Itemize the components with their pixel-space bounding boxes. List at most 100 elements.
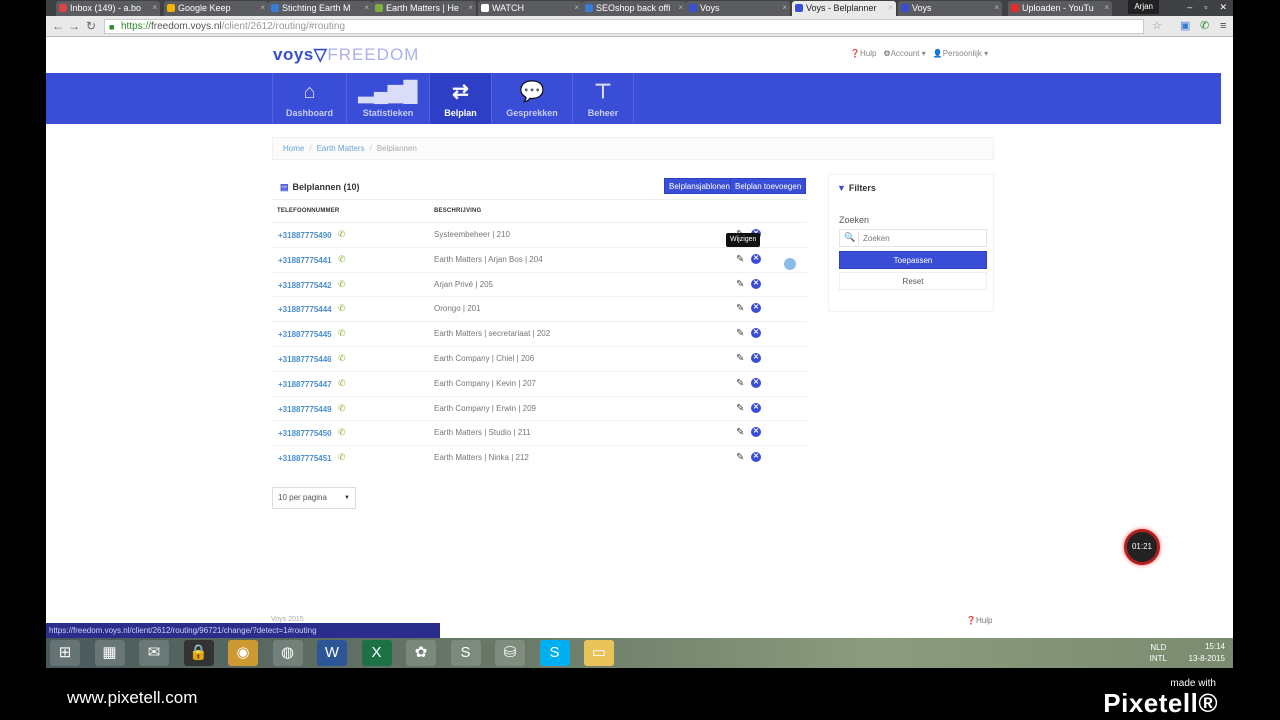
reload-icon[interactable]: ↻ <box>86 18 96 34</box>
bookmark-star-icon[interactable]: ☆ <box>1152 19 1162 33</box>
templates-button[interactable]: Belplansjablonen <box>664 178 735 194</box>
tab-close-icon[interactable]: × <box>364 1 369 15</box>
excel-icon[interactable]: X <box>361 640 392 666</box>
phone-number-link[interactable]: +31887775444 <box>278 305 332 314</box>
phone-number-link[interactable]: +31887775445 <box>278 330 332 339</box>
delete-icon[interactable]: ✕ <box>751 452 761 463</box>
tab-close-icon[interactable]: × <box>678 1 683 15</box>
thunderbird-icon[interactable]: ✉ <box>139 640 169 666</box>
delete-icon[interactable]: ✕ <box>751 427 761 438</box>
help-link[interactable]: ❓Hulp <box>850 49 876 58</box>
browser-tab[interactable]: Earth Matters | He × <box>372 1 476 16</box>
phone-extension-icon[interactable]: ✆ <box>1200 19 1209 33</box>
edit-icon[interactable]: ✎ <box>736 452 744 463</box>
delete-icon[interactable]: ✕ <box>751 328 761 339</box>
search-input[interactable] <box>858 231 984 245</box>
windows-start-icon[interactable]: ⊞ <box>50 640 80 666</box>
forward-icon[interactable]: → <box>68 18 80 34</box>
tab-close-icon[interactable]: × <box>468 1 473 15</box>
maximize-icon[interactable]: ▫ <box>1204 0 1207 16</box>
tab-close-icon[interactable]: × <box>260 1 265 15</box>
phone-number-link[interactable]: +31887775451 <box>278 454 332 463</box>
url-input[interactable]: ■ https://freedom.voys.nl/client/2612/ro… <box>104 19 1144 34</box>
col-header-phone: TELEFOONNUMMER <box>277 208 340 214</box>
back-icon[interactable]: ← <box>52 18 64 34</box>
personal-menu[interactable]: 👤Persoonlijk ▾ <box>933 49 988 58</box>
tab-close-icon[interactable]: × <box>1104 1 1109 15</box>
edit-icon[interactable]: ✎ <box>736 303 744 314</box>
chrome-icon[interactable]: ◉ <box>228 640 258 666</box>
nav-gesprekken[interactable]: 💬 Gesprekken <box>491 73 572 124</box>
delete-icon[interactable]: ✕ <box>751 253 761 264</box>
browser-tab[interactable]: SEOshop back offi × <box>582 1 686 16</box>
tab-close-icon[interactable]: × <box>574 1 579 15</box>
delete-icon[interactable]: ✕ <box>751 278 761 289</box>
bar-chart-icon: ▂▄▆█ <box>358 81 418 103</box>
browser-tab[interactable]: Voys × <box>686 1 790 16</box>
minimize-icon[interactable]: – <box>1187 0 1192 16</box>
tab-close-icon[interactable]: × <box>994 1 999 15</box>
menu-icon[interactable]: ≡ <box>1220 19 1226 33</box>
phone-number-link[interactable]: +31887775441 <box>278 256 332 265</box>
tab-close-icon[interactable]: × <box>152 1 157 15</box>
nav-belplan[interactable]: ⇄ Belplan <box>429 73 491 124</box>
delete-icon[interactable]: ✕ <box>751 402 761 413</box>
edit-icon[interactable]: ✎ <box>736 328 744 339</box>
account-menu[interactable]: ⚙Account ▾ <box>883 49 925 58</box>
system-clock[interactable]: 15:14 13-8-2015 <box>1189 641 1225 665</box>
picasa-icon[interactable]: ✿ <box>406 640 436 666</box>
phone-number-link[interactable]: +31887775447 <box>278 380 332 389</box>
edit-icon[interactable]: ✎ <box>736 279 744 290</box>
browser-tab[interactable]: WATCH × <box>478 1 582 16</box>
phone-number-link[interactable]: +31887775490 <box>278 231 332 240</box>
profile-badge[interactable]: Arjan <box>1128 0 1159 14</box>
nav-dashboard[interactable]: ⌂ Dashboard <box>272 73 346 124</box>
firefox-icon[interactable]: ◍ <box>272 640 303 666</box>
delete-icon[interactable]: ✕ <box>751 353 761 363</box>
tab-close-icon[interactable]: × <box>782 1 787 15</box>
delete-icon[interactable]: ✕ <box>751 303 761 314</box>
recording-timer: 01:21 <box>1124 529 1160 565</box>
tab-label: Voys <box>700 3 720 13</box>
edit-icon[interactable]: ✎ <box>736 427 744 438</box>
apply-button[interactable]: Toepassen <box>839 251 987 269</box>
breadcrumb-client[interactable]: Earth Matters <box>317 144 365 153</box>
voys-logo[interactable]: voys▽FREEDOM <box>273 45 419 65</box>
lock-icon: ■ <box>109 22 115 32</box>
browser-tab[interactable]: Uploaden - YouTu × <box>1008 1 1112 16</box>
per-page-select[interactable]: 10 per pagina ▼ <box>272 487 356 509</box>
tab-label: Voys - Belplanner <box>806 3 877 13</box>
phone-number-link[interactable]: +31887775446 <box>278 355 332 364</box>
paint-bucket-icon[interactable]: ⛁ <box>495 640 525 666</box>
edit-icon[interactable]: ✎ <box>736 353 744 364</box>
breadcrumb-home[interactable]: Home <box>283 144 304 153</box>
phone-number-link[interactable]: +31887775450 <box>278 429 332 438</box>
edit-icon[interactable]: ✎ <box>736 403 744 414</box>
browser-tab[interactable]: Inbox (149) - a.bo × <box>56 1 160 16</box>
footer-help-link[interactable]: ❓Hulp <box>966 616 992 625</box>
skype-icon[interactable]: S <box>539 640 570 666</box>
nav-statistieken[interactable]: ▂▄▆█ Statistieken <box>346 73 429 124</box>
browser-tab[interactable]: Stichting Earth M × <box>268 1 372 16</box>
browser-tab[interactable]: Voys × <box>898 1 1002 16</box>
keepass-icon[interactable]: 🔒 <box>183 640 214 666</box>
edit-icon[interactable]: ✎ <box>736 254 744 265</box>
add-belplan-button[interactable]: Belplan toevoegen <box>730 178 807 194</box>
calculator-icon[interactable]: ▦ <box>94 640 125 666</box>
extension-icon[interactable]: ▣ <box>1180 19 1190 33</box>
browser-tab[interactable]: Google Keep × <box>164 1 268 16</box>
tab-close-icon[interactable]: × <box>888 1 893 15</box>
folder-icon[interactable]: ▭ <box>584 640 614 666</box>
vpn-icon[interactable]: S <box>450 640 481 666</box>
pixetell-logo: Pixetell® <box>1103 688 1218 718</box>
delete-icon[interactable]: ✕ <box>751 377 761 388</box>
language-indicator[interactable]: NLD INTL <box>1150 642 1167 664</box>
edit-icon[interactable]: ✎ <box>736 378 744 389</box>
word-icon[interactable]: W <box>317 640 347 666</box>
reset-button[interactable]: Reset <box>839 272 987 290</box>
close-icon[interactable]: ✕ <box>1219 0 1227 16</box>
browser-tab[interactable]: Voys - Belplanner × <box>792 1 896 16</box>
nav-beheer[interactable]: ⊤ Beheer <box>572 73 634 124</box>
phone-number-link[interactable]: +31887775449 <box>278 405 332 414</box>
phone-number-link[interactable]: +31887775442 <box>278 281 332 290</box>
